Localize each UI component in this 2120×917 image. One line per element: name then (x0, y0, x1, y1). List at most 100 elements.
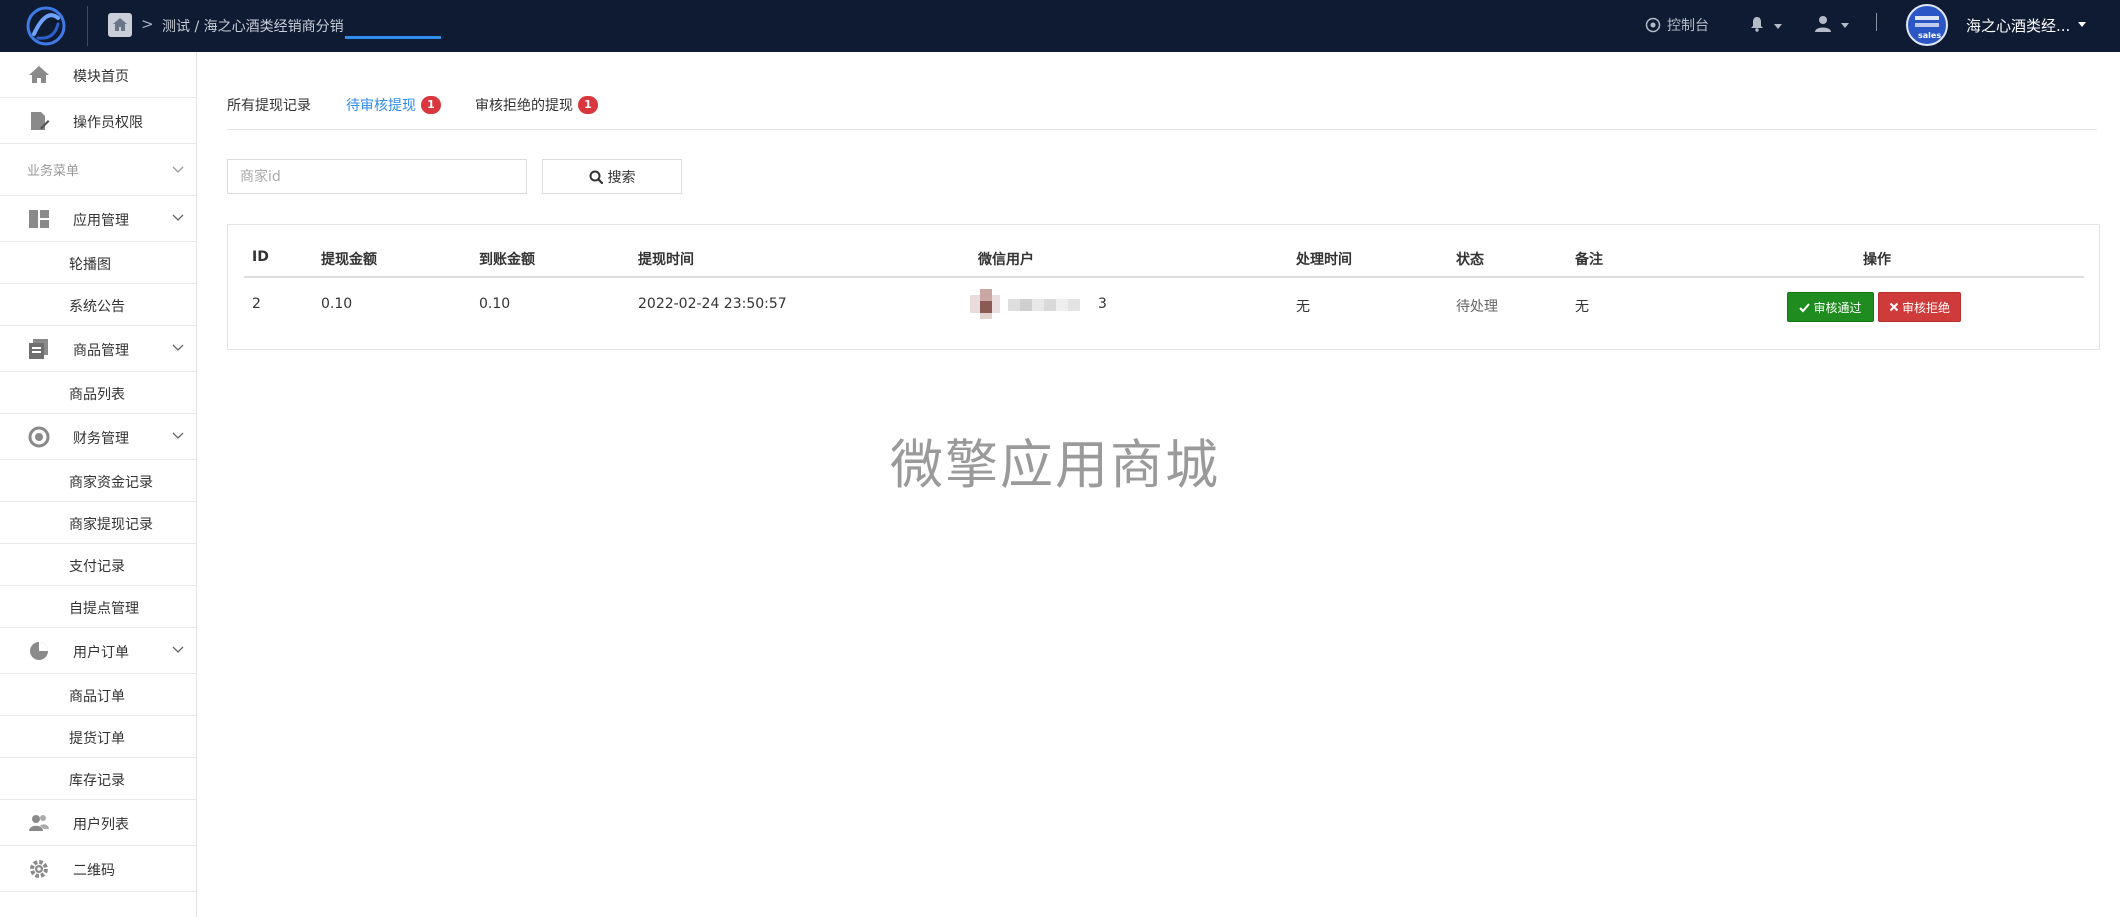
sidebar-item-label: 商品列表 (69, 387, 125, 403)
users-icon (28, 812, 50, 838)
chevron-down-icon (1841, 23, 1849, 28)
count-badge: 1 (578, 96, 598, 114)
sidebar-item-user-list[interactable]: 用户列表 (0, 800, 196, 846)
tab-pending-withdrawals[interactable]: 待审核提现 1 (346, 95, 441, 115)
wechat-user-avatar-blurred (970, 289, 1096, 319)
sidebar-item-label: 自提点管理 (69, 601, 139, 617)
sidebar-item-system-notice[interactable]: 系统公告 (0, 284, 196, 326)
divider (87, 6, 88, 46)
sidebar-item-label: 财务管理 (73, 431, 129, 447)
sidebar-item-label: 商家资金记录 (69, 475, 153, 491)
home-icon (28, 64, 50, 90)
cell-amount: 0.10 (321, 296, 353, 312)
sidebar-item-label: 商品订单 (69, 689, 125, 705)
cell-received: 0.10 (479, 296, 511, 312)
sidebar-item-app-management[interactable]: 应用管理 (0, 196, 196, 242)
close-icon (1889, 302, 1899, 312)
col-header-id: ID (252, 249, 269, 265)
console-link[interactable]: 控制台 (1645, 15, 1709, 35)
sidebar-item-label: 操作员权限 (73, 115, 143, 131)
dashboard-gauge-icon (1645, 17, 1661, 33)
sidebar-item-finance-management[interactable]: 财务管理 (0, 414, 196, 460)
col-header-amount: 提现金额 (321, 252, 377, 268)
chevron-down-icon (172, 210, 184, 226)
chevron-down-icon (172, 428, 184, 444)
refresh-money-icon (28, 426, 50, 452)
breadcrumb-separator: > (141, 15, 154, 33)
chevron-down-icon (1774, 24, 1782, 29)
sidebar-item-label: 库存记录 (69, 773, 125, 789)
tab-bar: 所有提现记录 待审核提现 1 审核拒绝的提现 1 (227, 90, 2097, 130)
sidebar: 模块首页 操作员权限 业务菜单 应用管理 轮播图 系统公告 商品管理 商品列表 … (0, 52, 197, 917)
sidebar-item-product-list[interactable]: 商品列表 (0, 372, 196, 414)
sidebar-item-label: 模块首页 (73, 69, 129, 85)
sidebar-item-payment-records[interactable]: 支付记录 (0, 544, 196, 586)
chevron-down-icon (172, 642, 184, 658)
sidebar-item-user-orders[interactable]: 用户订单 (0, 628, 196, 674)
col-header-actions: 操作 (1863, 252, 1891, 268)
col-header-time: 提现时间 (638, 252, 694, 268)
col-header-received: 到账金额 (479, 252, 535, 268)
cell-process-time: 无 (1296, 299, 1310, 315)
sidebar-item-label: 系统公告 (69, 299, 125, 315)
cell-id: 2 (252, 296, 261, 312)
user-dropdown[interactable] (1813, 14, 1849, 38)
sidebar-item-operator-permissions[interactable]: 操作员权限 (0, 98, 196, 144)
pie-chart-icon (28, 640, 50, 666)
active-tab-indicator (345, 36, 441, 39)
sidebar-item-label: 商家提现记录 (69, 517, 153, 533)
bell-icon (1751, 17, 1763, 32)
avatar-text: sales (1918, 31, 1942, 40)
cell-time: 2022-02-24 23:50:57 (638, 296, 787, 312)
chevron-down-icon[interactable] (2078, 22, 2086, 27)
reject-button[interactable]: 审核拒绝 (1878, 292, 1961, 322)
sidebar-item-merchant-withdrawals[interactable]: 商家提现记录 (0, 502, 196, 544)
check-icon (1799, 302, 1811, 312)
home-icon[interactable] (108, 13, 132, 37)
sidebar-item-label: 二维码 (73, 863, 115, 879)
sidebar-section-label: 业务菜单 (27, 164, 80, 179)
merchant-id-input[interactable] (227, 159, 527, 194)
sidebar-item-product-management[interactable]: 商品管理 (0, 326, 196, 372)
withdrawal-table: ID 提现金额 到账金额 提现时间 微信用户 处理时间 状态 备注 操作 2 0… (227, 224, 2100, 350)
user-icon (1815, 16, 1831, 32)
watermark: 微擎应用商城 (890, 435, 1220, 496)
cell-remark: 无 (1575, 299, 1589, 315)
avatar[interactable]: sales (1906, 4, 1948, 46)
sidebar-item-inventory-records[interactable]: 库存记录 (0, 758, 196, 800)
approve-button[interactable]: 审核通过 (1787, 292, 1874, 322)
copy-icon (28, 338, 50, 364)
sidebar-item-label: 用户列表 (73, 817, 129, 833)
tab-rejected-withdrawals[interactable]: 审核拒绝的提现 1 (475, 95, 598, 115)
search-button[interactable]: 搜索 (542, 159, 682, 194)
sidebar-item-label: 支付记录 (69, 559, 125, 575)
count-badge: 1 (421, 96, 441, 114)
logo-icon[interactable] (24, 4, 68, 48)
sidebar-item-pickup-points[interactable]: 自提点管理 (0, 586, 196, 628)
header-divider (244, 276, 2084, 278)
tab-all-withdrawals[interactable]: 所有提现记录 (227, 95, 311, 115)
console-label: 控制台 (1667, 18, 1709, 34)
sidebar-item-pickup-orders[interactable]: 提货订单 (0, 716, 196, 758)
breadcrumb[interactable]: 测试 / 海之心酒类经销商分销 (162, 16, 344, 36)
sidebar-item-label: 商品管理 (73, 343, 129, 359)
sidebar-item-merchant-funds[interactable]: 商家资金记录 (0, 460, 196, 502)
chevron-down-icon (172, 340, 184, 356)
divider (1876, 13, 1877, 31)
user-name[interactable]: 海之心酒类经... (1966, 15, 2070, 36)
sidebar-item-product-orders[interactable]: 商品订单 (0, 674, 196, 716)
sidebar-item-qrcode[interactable]: 二维码 (0, 846, 196, 892)
tab-label: 审核拒绝的提现 (475, 98, 573, 114)
sidebar-item-module-home[interactable]: 模块首页 (0, 52, 196, 98)
sidebar-section-business-menu[interactable]: 业务菜单 (0, 144, 196, 196)
sidebar-item-label: 提货订单 (69, 731, 125, 747)
tab-label: 待审核提现 (346, 98, 416, 114)
top-bar: > 测试 / 海之心酒类经销商分销 控制台 sales 海之心酒类经... (0, 0, 2120, 52)
sidebar-item-label: 用户订单 (73, 645, 129, 661)
sidebar-item-carousel[interactable]: 轮播图 (0, 242, 196, 284)
col-header-remark: 备注 (1575, 252, 1603, 268)
notification-dropdown[interactable] (1748, 15, 1782, 37)
gear-icon (28, 858, 50, 884)
sidebar-item-label: 轮播图 (69, 257, 111, 273)
search-icon (589, 170, 603, 184)
